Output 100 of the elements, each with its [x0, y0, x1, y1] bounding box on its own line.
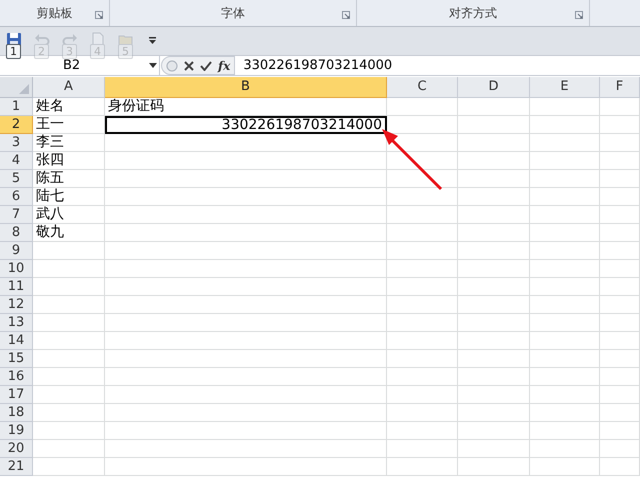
cancel-icon[interactable]	[184, 60, 194, 70]
empty-cell	[458, 170, 530, 188]
column-header[interactable]: D	[458, 77, 530, 98]
keytip: 1	[6, 44, 21, 59]
dialog-launcher-icon[interactable]	[342, 11, 350, 19]
empty-cell	[458, 332, 530, 350]
empty-cell	[600, 404, 640, 422]
empty-cell	[530, 260, 600, 278]
formula-field[interactable]: 330226198703214000	[243, 56, 392, 76]
row-header[interactable]: 7	[0, 206, 33, 224]
empty-cell	[600, 368, 640, 386]
dialog-launcher-icon[interactable]	[95, 11, 103, 19]
table-cell: 武八	[33, 206, 105, 224]
empty-cell	[530, 152, 600, 170]
group-label: 字体	[221, 5, 245, 22]
empty-cell	[530, 242, 600, 260]
empty-cell	[600, 458, 640, 476]
empty-cell	[458, 242, 530, 260]
empty-cell	[387, 440, 458, 458]
column-header[interactable]: A	[33, 77, 105, 98]
row-header[interactable]: 2	[0, 116, 33, 134]
empty-cell	[530, 296, 600, 314]
empty-cell	[458, 278, 530, 296]
empty-cell	[600, 296, 640, 314]
empty-cell	[530, 422, 600, 440]
empty-cell	[530, 440, 600, 458]
empty-cell	[387, 206, 458, 224]
dialog-launcher-icon[interactable]	[575, 11, 583, 19]
empty-cell	[530, 116, 600, 134]
empty-cell	[600, 440, 640, 458]
empty-cell	[458, 440, 530, 458]
empty-cell	[387, 422, 458, 440]
empty-cell	[387, 458, 458, 476]
empty-cell	[458, 404, 530, 422]
empty-cell	[458, 422, 530, 440]
group-label: 剪贴板	[36, 5, 72, 22]
row-header[interactable]: 4	[0, 152, 33, 170]
empty-cell	[387, 170, 458, 188]
column-header[interactable]: C	[387, 77, 458, 98]
insert-function-button[interactable]: fx	[218, 56, 230, 74]
empty-cell	[530, 404, 600, 422]
empty-cell	[530, 206, 600, 224]
empty-cell	[600, 314, 640, 332]
empty-cell	[387, 386, 458, 404]
empty-cell	[387, 368, 458, 386]
empty-cell	[530, 350, 600, 368]
table-cell: 身份证码	[105, 98, 387, 116]
table-cell: 陈五	[33, 170, 105, 188]
empty-cell	[530, 224, 600, 242]
enter-icon[interactable]	[200, 60, 212, 70]
empty-cell	[387, 278, 458, 296]
empty-cell	[458, 206, 530, 224]
row-header[interactable]: 16	[0, 368, 33, 386]
empty-cell	[458, 260, 530, 278]
empty-cell	[530, 170, 600, 188]
row-header[interactable]: 10	[0, 260, 33, 278]
empty-cell	[600, 350, 640, 368]
empty-cell	[530, 188, 600, 206]
customize-dropdown-icon[interactable]	[148, 36, 158, 46]
dropdown-arrow-icon[interactable]	[149, 63, 157, 68]
empty-cell	[458, 386, 530, 404]
row-header[interactable]: 19	[0, 422, 33, 440]
row-header[interactable]: 21	[0, 458, 33, 476]
row-header[interactable]: 5	[0, 170, 33, 188]
empty-cell	[530, 314, 600, 332]
row-header[interactable]: 8	[0, 224, 33, 242]
empty-cell	[530, 134, 600, 152]
column-header[interactable]: E	[530, 77, 600, 98]
row-header[interactable]: 13	[0, 314, 33, 332]
row-header[interactable]: 11	[0, 278, 33, 296]
row-header[interactable]: 15	[0, 350, 33, 368]
empty-cell	[387, 404, 458, 422]
empty-cell	[387, 332, 458, 350]
row-header[interactable]: 20	[0, 440, 33, 458]
empty-cell	[458, 116, 530, 134]
empty-cell	[458, 134, 530, 152]
empty-cell	[600, 278, 640, 296]
empty-cell	[458, 458, 530, 476]
row-header[interactable]: 12	[0, 296, 33, 314]
table-cell: 姓名	[33, 98, 105, 116]
empty-cell	[530, 332, 600, 350]
row-header[interactable]: 18	[0, 404, 33, 422]
row-header[interactable]: 6	[0, 188, 33, 206]
empty-cell	[387, 350, 458, 368]
row-header[interactable]: 17	[0, 386, 33, 404]
empty-cell	[387, 224, 458, 242]
table-cell: 李三	[33, 134, 105, 152]
row-header[interactable]: 1	[0, 98, 33, 116]
row-header[interactable]: 14	[0, 332, 33, 350]
empty-cell	[458, 350, 530, 368]
column-header[interactable]: F	[600, 77, 640, 98]
empty-cell	[387, 296, 458, 314]
empty-cell	[600, 206, 640, 224]
table-cell: 张四	[33, 152, 105, 170]
splitter-handle-icon[interactable]	[166, 60, 178, 72]
empty-cell	[458, 368, 530, 386]
row-header[interactable]: 9	[0, 242, 33, 260]
column-header[interactable]: B	[105, 77, 387, 98]
empty-cell	[458, 188, 530, 206]
row-header[interactable]: 3	[0, 134, 33, 152]
